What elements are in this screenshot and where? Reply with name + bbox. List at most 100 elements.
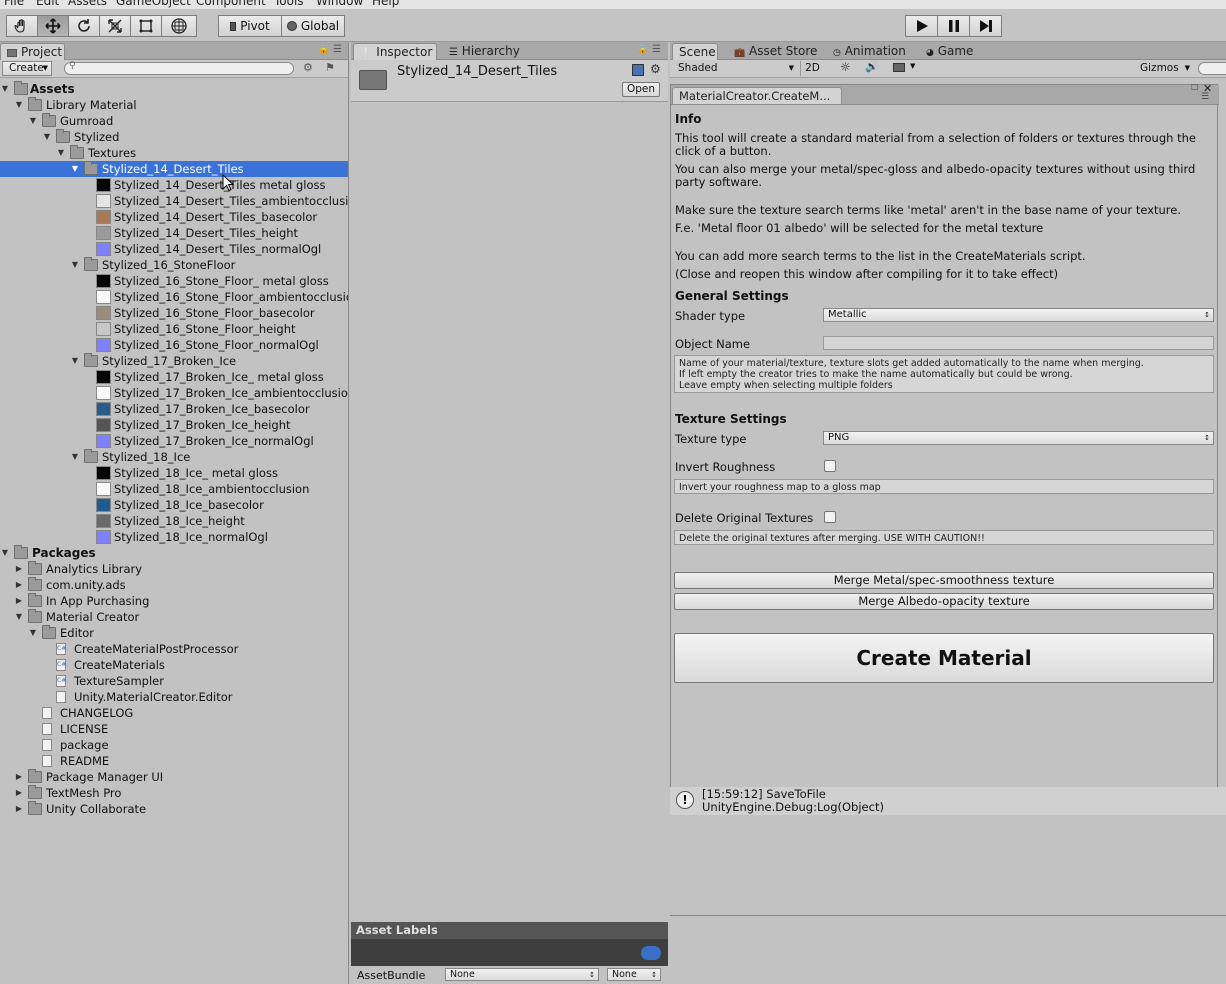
lock-icon[interactable]: 🔒: [637, 45, 648, 55]
asset-row[interactable]: C# CreateMaterials: [0, 657, 348, 673]
asset-row[interactable]: Stylized_17_Broken_Ice_ metal gloss: [0, 369, 348, 385]
menu-window[interactable]: Window: [316, 0, 363, 8]
menu-help[interactable]: Help: [372, 0, 399, 8]
expand-arrow-icon[interactable]: ▼: [70, 449, 80, 465]
folder-row[interactable]: ▶ In App Purchasing: [0, 593, 348, 609]
panel-menu-icon[interactable]: ☰: [1201, 92, 1209, 102]
asset-row[interactable]: Stylized_18_Ice_height: [0, 513, 348, 529]
asset-row[interactable]: Unity.MaterialCreator.Editor: [0, 689, 348, 705]
gear-icon[interactable]: ⚙: [650, 62, 661, 76]
expand-arrow-icon[interactable]: ▼: [0, 81, 10, 97]
transform-tool-button[interactable]: [161, 15, 197, 37]
asset-row[interactable]: C# TextureSampler: [0, 673, 348, 689]
asset-row[interactable]: LICENSE: [0, 721, 348, 737]
asset-row[interactable]: package: [0, 737, 348, 753]
assetbundle-dropdown[interactable]: None ↕: [445, 968, 599, 981]
folder-row[interactable]: ▶ Package Manager UI: [0, 769, 348, 785]
asset-row[interactable]: Stylized_18_Ice_ambientocclusion: [0, 481, 348, 497]
folder-row[interactable]: ▶ Unity Collaborate: [0, 801, 348, 817]
asset-row[interactable]: Stylized_16_Stone_Floor_basecolor: [0, 305, 348, 321]
folder-row[interactable]: ▼ Stylized_16_StoneFloor: [0, 257, 348, 273]
expand-arrow-icon[interactable]: ▼: [70, 353, 80, 369]
folder-row[interactable]: ▼ Stylized_14_Desert_Tiles: [0, 161, 348, 177]
menu-file[interactable]: File: [4, 0, 24, 8]
folder-row[interactable]: ▼ Editor: [0, 625, 348, 641]
rect-tool-button[interactable]: [130, 15, 162, 37]
tab-game[interactable]: ◕ Game: [920, 43, 979, 60]
merge-albedo-button[interactable]: Merge Albedo-opacity texture: [674, 593, 1214, 610]
merge-metal-button[interactable]: Merge Metal/spec-smoothness texture: [674, 572, 1214, 589]
tab-inspector[interactable]: ❕ Inspector: [353, 43, 437, 60]
tab-animation[interactable]: ◷ Animation: [827, 43, 912, 60]
folder-row[interactable]: ▼ Stylized_18_Ice: [0, 449, 348, 465]
asset-row[interactable]: Stylized_18_Ice_normalOgl: [0, 529, 348, 545]
audio-icon[interactable]: 🔊: [865, 60, 879, 73]
expand-arrow-icon[interactable]: ▼: [28, 625, 38, 641]
chevron-down-icon[interactable]: ▼: [910, 62, 915, 70]
pivot-toggle[interactable]: Pivot: [218, 15, 282, 37]
scene-search-input[interactable]: [1198, 62, 1226, 75]
folder-row[interactable]: ▼ Library Material: [0, 97, 348, 113]
rotate-tool-button[interactable]: [68, 15, 100, 37]
asset-row[interactable]: Stylized_14_Desert_Tiles_height: [0, 225, 348, 241]
expand-arrow-icon[interactable]: ▼: [56, 145, 66, 161]
object-name-input[interactable]: [823, 336, 1214, 350]
collapsed-arrow-icon[interactable]: ▶: [14, 577, 24, 593]
expand-arrow-icon[interactable]: ▼: [70, 257, 80, 273]
assetbundle-variant-dropdown[interactable]: None ↕: [607, 968, 661, 981]
expand-arrow-icon[interactable]: ▼: [14, 609, 24, 625]
asset-row[interactable]: Stylized_16_Stone_Floor_ metal gloss: [0, 273, 348, 289]
help-icon[interactable]: [632, 64, 644, 76]
expand-arrow-icon[interactable]: ▼: [0, 545, 10, 561]
menu-assets[interactable]: Assets: [68, 0, 107, 8]
menu-tools[interactable]: Tools: [274, 0, 304, 8]
tag-icon[interactable]: [641, 946, 661, 960]
asset-row[interactable]: Stylized_16_Stone_Floor_ambientocclusion: [0, 289, 348, 305]
collapsed-arrow-icon[interactable]: ▶: [14, 801, 24, 817]
tab-asset-store[interactable]: 💼 Asset Store: [728, 43, 823, 60]
asset-row[interactable]: CHANGELOG: [0, 705, 348, 721]
collapsed-arrow-icon[interactable]: ▶: [14, 561, 24, 577]
image-effects-icon[interactable]: [893, 63, 905, 72]
assets-root-row[interactable]: ▼ Assets: [0, 81, 348, 97]
expand-arrow-icon[interactable]: ▼: [42, 129, 52, 145]
tab-material-creator[interactable]: MaterialCreator.CreateM...: [672, 87, 842, 104]
delete-original-checkbox[interactable]: [824, 511, 836, 523]
menu-edit[interactable]: Edit: [36, 0, 59, 8]
asset-row[interactable]: Stylized_17_Broken_Ice_ambientocclusion: [0, 385, 348, 401]
move-tool-button[interactable]: [37, 15, 69, 37]
asset-row[interactable]: Stylized_16_Stone_Floor_height: [0, 321, 348, 337]
folder-row[interactable]: ▼ Textures: [0, 145, 348, 161]
asset-row[interactable]: Stylized_14_Desert_Tiles_normalOgl: [0, 241, 348, 257]
folder-row[interactable]: ▶ com.unity.ads: [0, 577, 348, 593]
menu-gameobject[interactable]: GameObject: [116, 0, 191, 8]
console-row[interactable]: ! [15:59:12] SaveToFile UnityEngine.Debu…: [670, 787, 1226, 815]
panel-menu-icon[interactable]: ☰: [333, 44, 342, 55]
collapsed-arrow-icon[interactable]: ▶: [14, 593, 24, 609]
asset-row[interactable]: Stylized_17_Broken_Ice_basecolor: [0, 401, 348, 417]
collapsed-arrow-icon[interactable]: ▶: [14, 769, 24, 785]
invert-roughness-checkbox[interactable]: [824, 460, 836, 472]
folder-row[interactable]: ▶ TextMesh Pro: [0, 785, 348, 801]
hand-tool-button[interactable]: [6, 15, 38, 37]
open-button[interactable]: Open: [622, 82, 660, 97]
filter-type-icon[interactable]: ⚙: [303, 61, 313, 74]
folder-row[interactable]: ▼ Gumroad: [0, 113, 348, 129]
folder-row[interactable]: ▼ Packages: [0, 545, 348, 561]
expand-arrow-icon[interactable]: ▼: [28, 113, 38, 129]
lock-icon[interactable]: 🔒: [318, 45, 329, 55]
folder-row[interactable]: ▶ Analytics Library: [0, 561, 348, 577]
light-icon[interactable]: ☼: [840, 60, 851, 74]
2d-toggle[interactable]: 2D: [800, 61, 824, 76]
expand-arrow-icon[interactable]: ▼: [70, 161, 80, 177]
folder-row[interactable]: ▼ Material Creator: [0, 609, 348, 625]
search-input[interactable]: ⚲: [64, 61, 294, 75]
scale-tool-button[interactable]: [99, 15, 131, 37]
asset-row[interactable]: Stylized_17_Broken_Ice_normalOgl: [0, 433, 348, 449]
asset-row[interactable]: Stylized_18_Ice_basecolor: [0, 497, 348, 513]
global-toggle[interactable]: Global: [281, 15, 345, 37]
asset-row[interactable]: Stylized_18_Ice_ metal gloss: [0, 465, 348, 481]
tab-hierarchy[interactable]: ☰ Hierarchy: [443, 43, 526, 60]
folder-row[interactable]: ▼ Stylized_17_Broken_Ice: [0, 353, 348, 369]
create-material-button[interactable]: Create Material: [674, 633, 1214, 683]
